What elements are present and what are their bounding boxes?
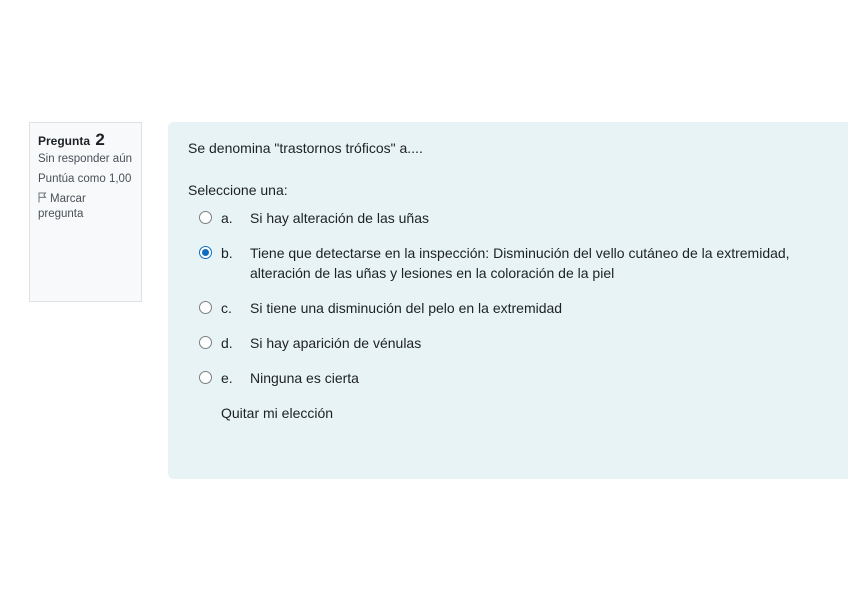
- radio-button-e[interactable]: [199, 371, 212, 384]
- answer-text[interactable]: Si tiene una disminución del pelo en la …: [250, 298, 810, 318]
- answer-text[interactable]: Si hay alteración de las uñas: [250, 208, 810, 228]
- answer-letter: a.: [221, 210, 233, 226]
- radio-button-d[interactable]: [199, 336, 212, 349]
- flag-icon: [38, 192, 47, 203]
- question-content: Se denomina "trastornos tróficos" a.... …: [168, 122, 848, 479]
- question-number-heading: Pregunta 2: [38, 130, 133, 149]
- answer-letter: b.: [221, 245, 233, 261]
- radio-button-a[interactable]: [199, 211, 212, 224]
- answer-text[interactable]: Tiene que detectarse en la inspección: D…: [250, 243, 810, 283]
- answer-letter: c.: [221, 300, 232, 316]
- question-number: 2: [95, 130, 105, 149]
- flag-question-link[interactable]: Marcar pregunta: [38, 192, 133, 222]
- answer-letter: d.: [221, 335, 233, 351]
- question-info-panel: Pregunta 2 Sin responder aún Puntúa como…: [29, 122, 142, 302]
- answer-text[interactable]: Si hay aparición de vénulas: [250, 333, 810, 353]
- answer-letter: e.: [221, 370, 233, 386]
- clear-choice-link[interactable]: Quitar mi elección: [221, 403, 333, 423]
- question-grade: Puntúa como 1,00: [38, 173, 132, 185]
- answer-option-c[interactable]: c. Si tiene una disminución del pelo en …: [188, 298, 828, 318]
- answer-option-b[interactable]: b. Tiene que detectarse en la inspección…: [188, 243, 828, 283]
- answer-prompt: Seleccione una:: [188, 182, 288, 198]
- answer-option-e[interactable]: e. Ninguna es cierta: [188, 368, 828, 388]
- radio-button-c[interactable]: [199, 301, 212, 314]
- answer-list: a. Si hay alteración de las uñas b. Tien…: [188, 208, 828, 388]
- radio-button-b[interactable]: [199, 246, 212, 259]
- answer-option-a[interactable]: a. Si hay alteración de las uñas: [188, 208, 828, 228]
- question-state: Sin responder aún: [38, 153, 132, 165]
- answer-option-d[interactable]: d. Si hay aparición de vénulas: [188, 333, 828, 353]
- question-text: Se denomina "trastornos tróficos" a....: [188, 140, 423, 156]
- question-label: Pregunta: [38, 134, 91, 148]
- answer-text[interactable]: Ninguna es cierta: [250, 368, 810, 388]
